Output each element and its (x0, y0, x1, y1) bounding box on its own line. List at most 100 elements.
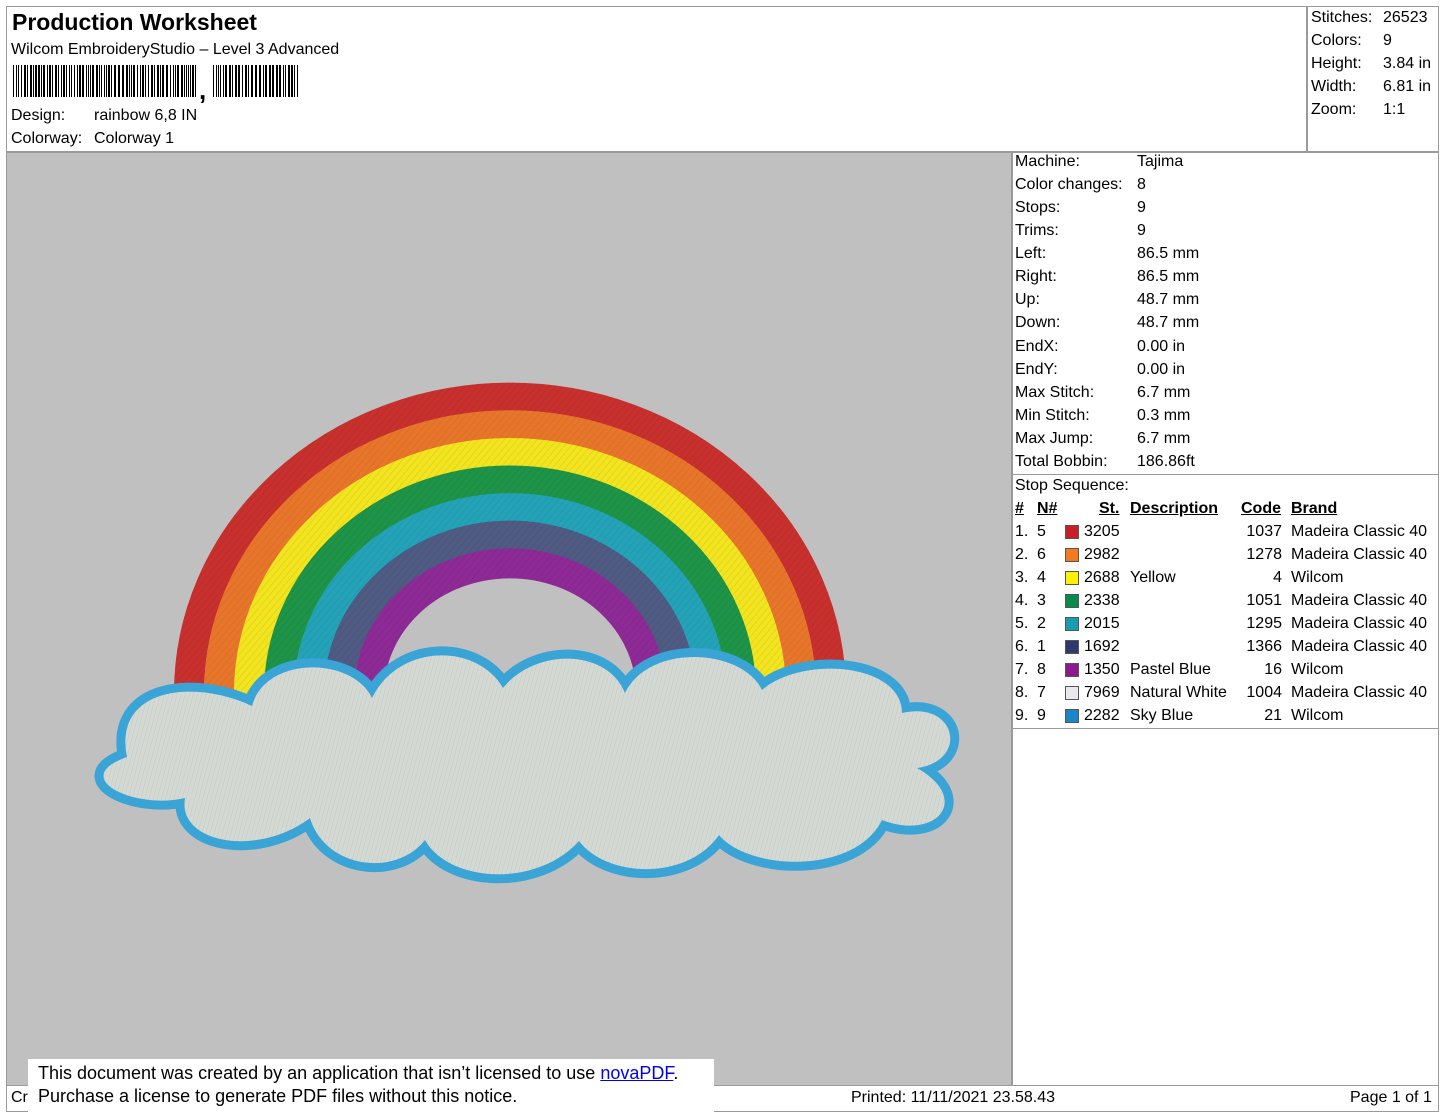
stitch-count: 2982 (1084, 546, 1120, 563)
info-value: 0.00 in (1137, 338, 1186, 355)
barcode-bar (285, 65, 286, 97)
stat-height: Height: 3.84 in (1311, 55, 1431, 73)
col-header-code: Code (1241, 500, 1281, 517)
needle-number: 3 (1037, 592, 1046, 609)
barcode-bar (263, 65, 264, 97)
footer-left-fragment: Cr (11, 1089, 28, 1106)
barcode-bar (192, 65, 194, 97)
thread-description: Yellow (1130, 569, 1176, 586)
info-value: 48.7 mm (1137, 291, 1200, 308)
needle-number: 9 (1037, 707, 1046, 724)
barcode-bar (242, 65, 243, 97)
barcode-bar (265, 65, 267, 97)
needle-number: 1 (1037, 638, 1046, 655)
thread-brand: Madeira Classic 40 (1291, 546, 1428, 563)
notice-line-2: Purchase a license to generate PDF files… (38, 1086, 518, 1106)
stat-value: 6.81 in (1383, 78, 1432, 95)
thread-brand: Madeira Classic 40 (1291, 684, 1428, 701)
barcode-bar (61, 65, 62, 97)
page-title: Production Worksheet (12, 9, 257, 35)
barcode-bar (170, 65, 171, 97)
barcode-bar (47, 65, 48, 97)
barcode-bar (69, 65, 70, 97)
barcode-bar (184, 65, 185, 97)
color-swatch (1065, 663, 1079, 677)
info-label: EndX: (1015, 338, 1059, 355)
barcode-bar (245, 65, 247, 97)
table-row: 3. 4 2688 Yellow 4 Wilcom (1015, 569, 1439, 591)
barcode-bar (38, 65, 40, 97)
row-number: 9. (1015, 707, 1029, 724)
thread-description: Sky Blue (1130, 707, 1194, 724)
info-total-bobbin: Total Bobbin: 186.86ft (1015, 453, 1195, 471)
info-value: 6.7 mm (1137, 430, 1191, 447)
color-swatch (1065, 525, 1079, 539)
barcode-bar (173, 65, 174, 97)
table-row: 8. 7 7969 Natural White 1004 Madeira Classic … (1015, 684, 1439, 706)
thread-description: Pastel Blue (1130, 661, 1211, 678)
table-row: 1. 5 3205 1037 Madeira Classic 40 (1015, 523, 1439, 545)
color-swatch (1065, 640, 1079, 654)
row-number: 5. (1015, 615, 1029, 632)
info-label: Color changes: (1015, 176, 1123, 193)
barcode-bar (99, 65, 100, 97)
barcode-bar (77, 65, 78, 97)
thread-brand: Madeira Classic 40 (1291, 592, 1428, 609)
table-row: 4. 3 2338 1051 Madeira Classic 40 (1015, 592, 1439, 614)
info-trims: Trims: 9 (1015, 222, 1146, 240)
barcode-bar (43, 65, 45, 97)
info-label: Total Bobbin: (1015, 453, 1108, 470)
needle-number: 2 (1037, 615, 1046, 632)
needle-number: 4 (1037, 569, 1046, 586)
thread-code: 1004 (1246, 684, 1282, 701)
thread-brand: Madeira Classic 40 (1291, 523, 1428, 540)
thread-code: 1037 (1246, 523, 1282, 540)
stitch-count: 2688 (1084, 569, 1120, 586)
notice-text: This document was created by an applicat… (38, 1063, 601, 1083)
barcode-bar (82, 65, 84, 97)
stat-label: Colors: (1311, 32, 1362, 49)
barcode-bar (175, 65, 176, 97)
info-label: Max Stitch: (1015, 384, 1095, 401)
barcode-bar (188, 65, 189, 97)
barcode-bar (122, 65, 124, 97)
software-name: Wilcom EmbroideryStudio – Level 3 Advanc… (11, 41, 340, 58)
info-max-stitch: Max Stitch: 6.7 mm (1015, 384, 1190, 402)
barcode-bar (279, 65, 281, 97)
needle-number: 5 (1037, 523, 1046, 540)
barcode-bar (157, 65, 159, 97)
table-row: 5. 2 2015 1295 Madeira Classic 40 (1015, 615, 1439, 637)
barcode-bar (137, 65, 138, 97)
barcode: , (13, 65, 298, 105)
novapdf-link[interactable]: novaPDF (600, 1063, 673, 1083)
barcode-bar (151, 65, 153, 97)
info-value: 86.5 mm (1137, 245, 1200, 262)
stitch-count: 7969 (1084, 684, 1120, 701)
info-value: 9 (1137, 222, 1146, 239)
stat-label: Height: (1311, 55, 1362, 72)
info-label: EndY: (1015, 361, 1058, 378)
stitch-count: 1350 (1084, 661, 1120, 678)
barcode-bar (190, 65, 191, 97)
barcode-bar (74, 65, 75, 97)
stat-label: Zoom: (1311, 101, 1357, 118)
row-number: 3. (1015, 569, 1029, 586)
divider (1012, 728, 1439, 729)
row-number: 1. (1015, 523, 1029, 540)
color-swatch (1065, 594, 1079, 608)
info-min-stitch: Min Stitch: 0.3 mm (1015, 407, 1190, 425)
thread-code: 1295 (1246, 615, 1282, 632)
info-down: Down: 48.7 mm (1015, 314, 1199, 332)
barcode-bar (272, 65, 274, 97)
color-swatch (1065, 686, 1079, 700)
info-label: Up: (1015, 291, 1040, 308)
thread-code: 1051 (1246, 592, 1282, 609)
barcode-bar (21, 65, 22, 97)
design-value: rainbow 6,8 IN (94, 107, 198, 124)
barcode-bar (259, 65, 261, 97)
barcode-bar (86, 65, 87, 97)
notice-line-1: This document was created by an applicat… (38, 1062, 704, 1085)
barcode-bar (177, 65, 179, 97)
barcode-bar (142, 65, 144, 97)
barcode-bar (41, 65, 42, 97)
